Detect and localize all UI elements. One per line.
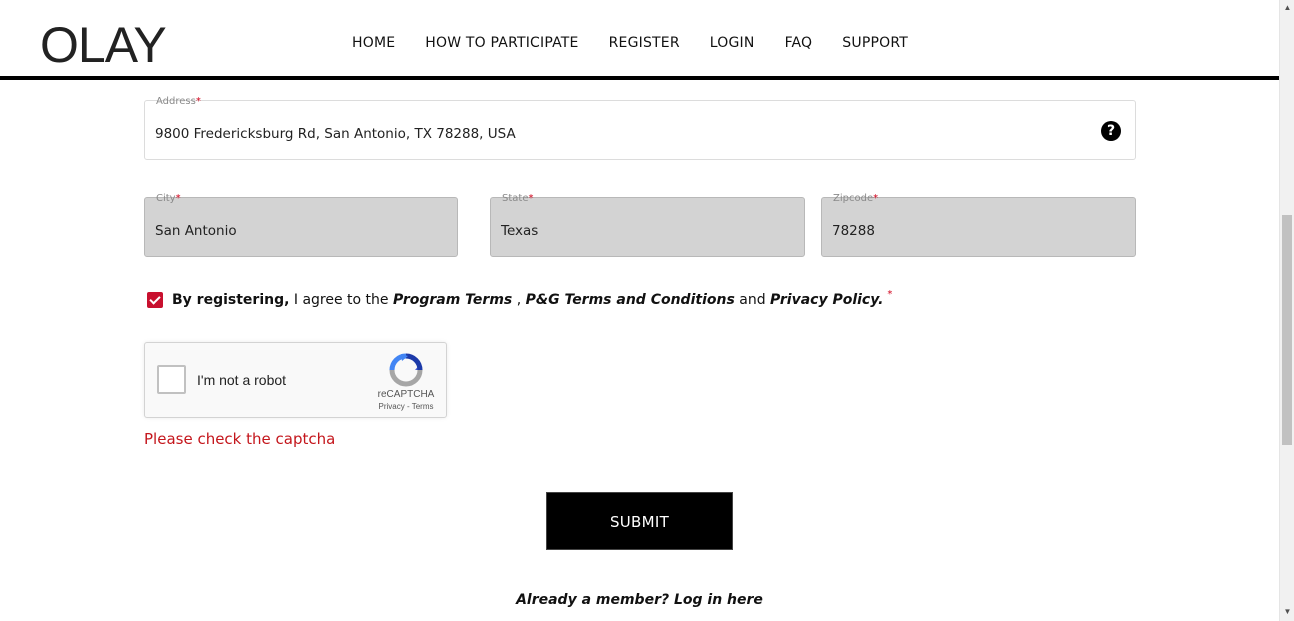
scroll-down-arrow-icon[interactable]: ▼ [1280, 606, 1294, 618]
vertical-scrollbar[interactable]: ▲ ▼ [1279, 0, 1294, 621]
state-label: State* [502, 193, 534, 204]
recaptcha-links[interactable]: Privacy - Terms [367, 402, 445, 411]
nav-faq[interactable]: FAQ [785, 33, 813, 53]
recaptcha-label: I'm not a robot [197, 372, 287, 388]
terms-agreement: By registering, I agree to the Program T… [147, 288, 893, 308]
privacy-policy-link[interactable]: Privacy Policy. [770, 292, 883, 308]
recaptcha-checkbox[interactable] [157, 365, 186, 394]
submit-button[interactable]: SUBMIT [546, 492, 733, 550]
scrollbar-thumb[interactable] [1282, 215, 1292, 445]
nav-login[interactable]: LOGIN [710, 33, 755, 53]
question-mark-icon[interactable]: ? [1101, 121, 1121, 141]
pg-terms-link[interactable]: P&G Terms and Conditions [526, 292, 735, 308]
zipcode-field[interactable]: Zipcode* 78288 [821, 193, 1136, 257]
address-label: Address* [156, 96, 201, 107]
captcha-error-message: Please check the captcha [144, 430, 336, 448]
city-value: San Antonio [155, 223, 237, 239]
terms-checkbox[interactable] [147, 292, 163, 308]
state-field[interactable]: State* Texas [490, 193, 805, 257]
recaptcha-widget: I'm not a robot reCAPTCHA Privacy - Term… [144, 342, 447, 418]
address-value: 9800 Fredericksburg Rd, San Antonio, TX … [155, 126, 516, 142]
terms-comma: , [512, 292, 526, 308]
zipcode-label: Zipcode* [833, 193, 879, 204]
nav-home[interactable]: HOME [352, 33, 395, 53]
nav-how-to-participate[interactable]: HOW TO PARTICIPATE [425, 33, 578, 53]
zipcode-value: 78288 [832, 223, 875, 239]
nav-register[interactable]: REGISTER [609, 33, 680, 53]
state-value: Texas [501, 223, 539, 239]
program-terms-link[interactable]: Program Terms [393, 292, 512, 308]
recaptcha-logo-icon [389, 353, 423, 387]
terms-and: and [734, 292, 771, 308]
olay-logo[interactable]: OLAY [40, 18, 167, 72]
required-star: * [887, 288, 893, 300]
login-here-link[interactable]: Already a member? Log in here [0, 592, 1279, 608]
site-header: OLAY HOME HOW TO PARTICIPATE REGISTER LO… [0, 0, 1279, 80]
address-field[interactable]: Address* 9800 Fredericksburg Rd, San Ant… [144, 96, 1136, 160]
city-label: City* [156, 193, 181, 204]
terms-text: I agree to the [289, 292, 393, 308]
city-field[interactable]: City* San Antonio [144, 193, 458, 257]
recaptcha-brand: reCAPTCHA [377, 389, 435, 400]
nav-support[interactable]: SUPPORT [842, 33, 908, 53]
scroll-up-arrow-icon[interactable]: ▲ [1280, 2, 1294, 14]
terms-lead: By registering, [172, 292, 290, 308]
main-nav: HOME HOW TO PARTICIPATE REGISTER LOGIN F… [337, 33, 923, 53]
